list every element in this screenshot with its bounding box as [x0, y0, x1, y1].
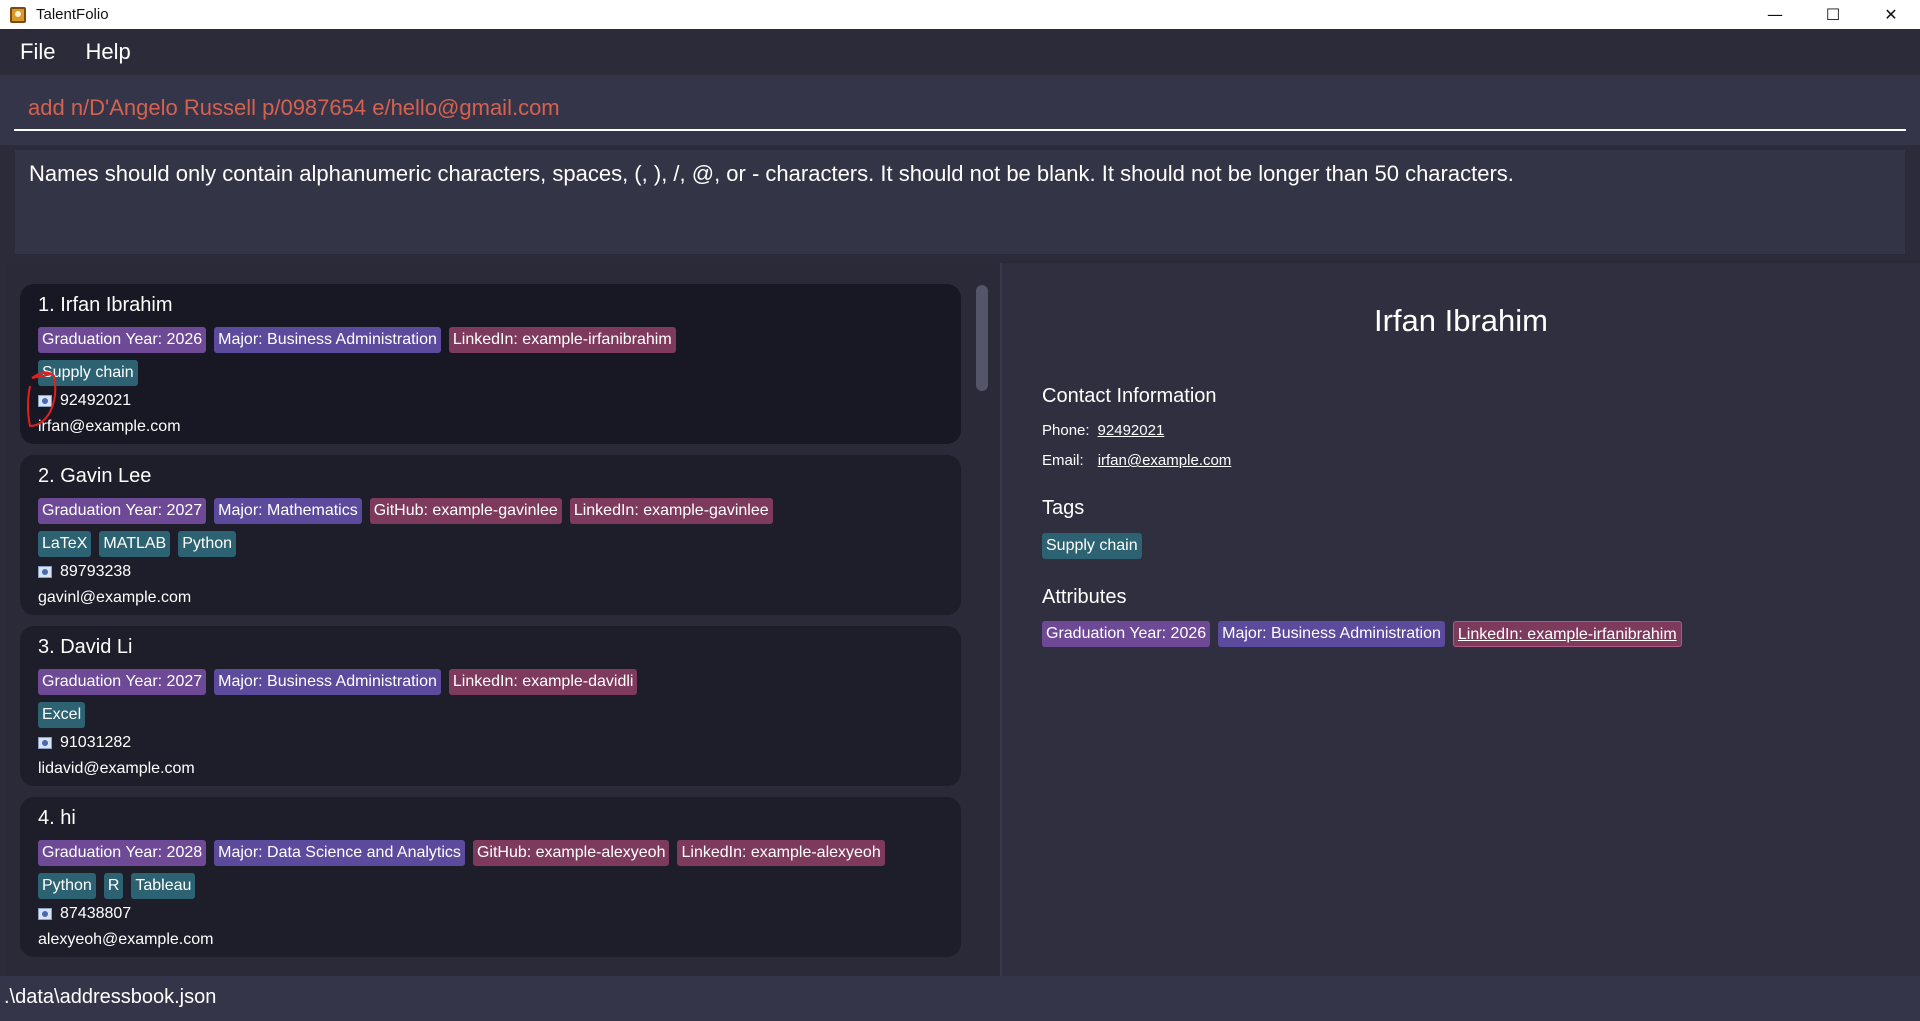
detail-major-tag: Major: Business Administration	[1218, 621, 1445, 647]
github-tag: GitHub: example-gavinlee	[369, 498, 562, 524]
phone-number: 91031282	[60, 734, 132, 751]
skill-tag: Python	[178, 531, 237, 557]
skill-tag: Python	[38, 873, 96, 899]
detail-person-name: Irfan Ibrahim	[1373, 303, 1548, 338]
linkedin-tag: LinkedIn: example-alexyeoh	[677, 840, 885, 866]
attribute-row: Graduation Year: 2027 Major: Mathematics…	[38, 498, 773, 524]
person-card[interactable]: 3. David Li Graduation Year: 2027 Major:…	[20, 626, 961, 786]
skill-tag: LaTeX	[38, 531, 92, 557]
result-message: Names should only contain alphanumeric c…	[29, 161, 1514, 186]
result-box: Names should only contain alphanumeric c…	[14, 149, 1906, 255]
graduation-tag: Graduation Year: 2027	[38, 669, 207, 695]
command-input[interactable]	[14, 87, 1906, 131]
email-label: Email:	[1042, 452, 1084, 469]
phone-row: 92492021	[38, 392, 131, 410]
menu-bar: File Help	[0, 29, 1920, 75]
skill-tag: MATLAB	[99, 531, 171, 557]
graduation-tag: Graduation Year: 2027	[38, 498, 207, 524]
attributes-section-title: Attributes	[1042, 586, 1127, 608]
result-display: Names should only contain alphanumeric c…	[0, 145, 1920, 263]
detail-panel: Irfan Ibrahim Contact Information Phone:…	[1002, 263, 1920, 976]
tag-row: Excel	[38, 702, 86, 728]
command-box	[0, 75, 1920, 145]
major-tag: Major: Business Administration	[214, 327, 441, 353]
contact-section-title: Contact Information	[1042, 385, 1217, 407]
phone-icon	[38, 737, 52, 749]
detail-attribute-row: Graduation Year: 2026 Major: Business Ad…	[1042, 621, 1682, 647]
skill-tag: Tableau	[131, 873, 196, 899]
list-scrollbar[interactable]	[976, 285, 988, 391]
graduation-tag: Graduation Year: 2026	[38, 327, 207, 353]
email: gavinl@example.com	[38, 589, 192, 606]
main-panel: 1. Irfan Ibrahim Graduation Year: 2026 M…	[0, 263, 1920, 976]
phone-row: 91031282	[38, 734, 131, 752]
phone-icon	[38, 395, 52, 407]
attribute-row: Graduation Year: 2028 Major: Data Scienc…	[38, 840, 885, 866]
title-bar: TalentFolio — ☐ ✕	[0, 0, 1920, 29]
person-name: 4. hi	[38, 807, 76, 829]
detail-email-row: Email: irfan@example.com	[1042, 452, 1231, 469]
person-name: 1. Irfan Ibrahim	[38, 294, 173, 316]
maximize-button[interactable]: ☐	[1804, 0, 1862, 29]
skill-tag: Supply chain	[38, 360, 138, 386]
tags-section-title: Tags	[1042, 497, 1085, 519]
tag-row: LaTeX MATLAB Python	[38, 531, 237, 557]
linkedin-tag: LinkedIn: example-irfanibrahim	[448, 327, 676, 353]
phone-icon	[38, 566, 52, 578]
phone-number: 87438807	[60, 905, 132, 922]
app-icon	[10, 6, 26, 23]
phone-number: 92492021	[60, 392, 132, 409]
phone-row: 89793238	[38, 563, 131, 581]
detail-skill-tag: Supply chain	[1042, 533, 1142, 559]
phone-label: Phone:	[1042, 422, 1090, 439]
major-tag: Major: Business Administration	[214, 669, 441, 695]
tag-row: Supply chain	[38, 360, 138, 386]
tag-row: Python R Tableau	[38, 873, 196, 899]
graduation-tag: Graduation Year: 2028	[38, 840, 207, 866]
person-card[interactable]: 2. Gavin Lee Graduation Year: 2027 Major…	[20, 455, 961, 615]
skill-tag: Excel	[38, 702, 86, 728]
detail-email-link[interactable]: irfan@example.com	[1098, 452, 1232, 469]
email: irfan@example.com	[38, 418, 181, 435]
detail-phone-row: Phone: 92492021	[1042, 422, 1164, 439]
linkedin-tag: LinkedIn: example-davidli	[448, 669, 638, 695]
person-name: 3. David Li	[38, 636, 133, 658]
attribute-row: Graduation Year: 2027 Major: Business Ad…	[38, 669, 638, 695]
skill-tag: R	[103, 873, 124, 899]
detail-linkedin-link[interactable]: LinkedIn: example-irfanibrahim	[1452, 621, 1682, 647]
menu-help[interactable]: Help	[75, 39, 140, 65]
linkedin-tag: LinkedIn: example-gavinlee	[569, 498, 773, 524]
phone-row: 87438807	[38, 905, 131, 923]
window-controls: — ☐ ✕	[1746, 0, 1920, 29]
window-title: TalentFolio	[36, 6, 109, 23]
person-name: 2. Gavin Lee	[38, 465, 152, 487]
github-tag: GitHub: example-alexyeoh	[472, 840, 670, 866]
email: alexyeoh@example.com	[38, 931, 214, 948]
email: lidavid@example.com	[38, 760, 195, 777]
menu-file[interactable]: File	[10, 39, 65, 65]
detail-phone-link[interactable]: 92492021	[1098, 422, 1165, 439]
person-card[interactable]: 1. Irfan Ibrahim Graduation Year: 2026 M…	[20, 284, 961, 444]
data-file-path: .\data\addressbook.json	[4, 986, 217, 1008]
attribute-row: Graduation Year: 2026 Major: Business Ad…	[38, 327, 676, 353]
minimize-button[interactable]: —	[1746, 0, 1804, 29]
detail-graduation-tag: Graduation Year: 2026	[1042, 621, 1211, 647]
close-button[interactable]: ✕	[1862, 0, 1920, 29]
status-bar: .\data\addressbook.json	[0, 976, 1920, 1021]
phone-icon	[38, 908, 52, 920]
phone-number: 89793238	[60, 563, 132, 580]
person-card[interactable]: 4. hi Graduation Year: 2028 Major: Data …	[20, 797, 961, 957]
major-tag: Major: Mathematics	[214, 498, 362, 524]
detail-tag-row: Supply chain	[1042, 533, 1142, 559]
person-list[interactable]: 1. Irfan Ibrahim Graduation Year: 2026 M…	[6, 263, 1000, 976]
major-tag: Major: Data Science and Analytics	[214, 840, 465, 866]
